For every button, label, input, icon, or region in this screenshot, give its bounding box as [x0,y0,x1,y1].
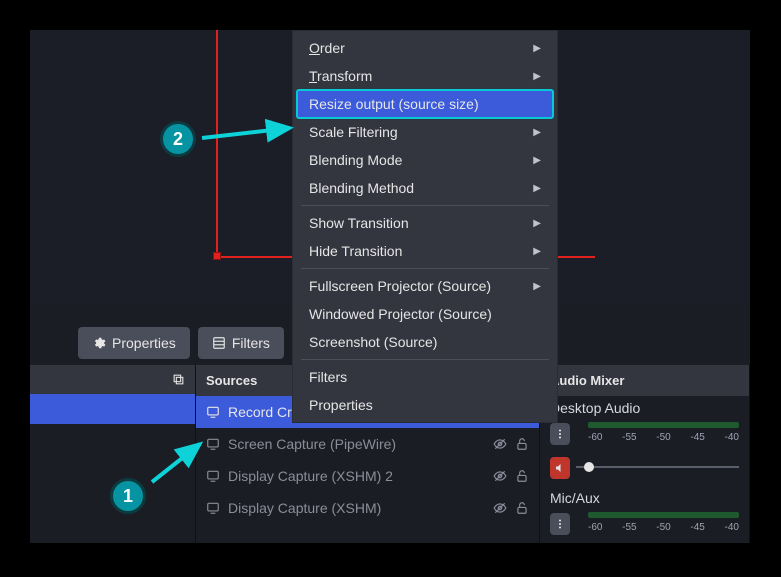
menu-item[interactable]: Resize output (source size) [297,90,553,118]
resize-handle-icon[interactable] [213,252,221,260]
submenu-arrow-icon: ▶ [533,43,541,54]
menu-item-label: Blending Method [309,180,414,196]
menu-item-label: Windowed Projector (Source) [309,306,492,322]
menu-item-label: Order [309,40,345,56]
menu-item[interactable]: Hide Transition ▶ [293,237,557,265]
source-label: Display Capture (XSHM) 2 [228,468,485,484]
mixer-options-button[interactable] [550,423,570,445]
properties-button[interactable]: Properties [78,327,190,359]
volume-meter: -60-55-50-45-40 [576,510,739,538]
source-label: Screen Capture (PipeWire) [228,436,485,452]
gear-icon [92,336,106,350]
source-item[interactable]: Display Capture (XSHM) [196,492,539,524]
annotation-arrow-icon [198,120,298,144]
submenu-arrow-icon: ▶ [533,155,541,166]
source-item[interactable]: Display Capture (XSHM) 2 [196,460,539,492]
menu-separator [301,359,549,360]
menu-item[interactable]: Properties [293,391,557,419]
mixer-track-label: Desktop Audio [540,396,749,418]
display-icon [206,501,220,515]
menu-item-label: Filters [309,369,347,385]
menu-item-label: Fullscreen Projector (Source) [309,278,491,294]
menu-item[interactable]: Filters [293,363,557,391]
volume-meter: -60-55-50-45-40 [576,420,739,448]
context-menu: Order ▶ Transform ▶ Resize output (source si… [292,30,558,423]
app-window: Properties Filters Sources Record Croppe… [30,30,750,543]
audio-mixer-panel: Audio Mixer Desktop Audio-60-55-50-45-40… [540,365,750,543]
lock-open-icon[interactable] [515,501,529,515]
menu-item[interactable]: Screenshot (Source) [293,328,557,356]
scenes-header [30,365,195,394]
annotation-badge: 1 [110,478,146,514]
scene-item-selected[interactable] [30,394,195,424]
menu-item[interactable]: Blending Mode ▶ [293,146,557,174]
submenu-arrow-icon: ▶ [533,218,541,229]
mixer-header: Audio Mixer [540,365,749,396]
display-icon [206,437,220,451]
menu-separator [301,205,549,206]
mixer-track-label: Mic/Aux [540,486,749,508]
source-item[interactable]: Screen Capture (PipeWire) [196,428,539,460]
preview-toolbar: Properties Filters [78,327,284,359]
eye-hidden-icon[interactable] [493,501,507,515]
menu-item-label: Resize output (source size) [309,96,479,112]
dock-pop-icon[interactable] [172,373,185,386]
menu-item-label: Hide Transition [309,243,402,259]
eye-hidden-icon[interactable] [493,437,507,451]
menu-item-label: Properties [309,397,373,413]
menu-item[interactable]: Order ▶ [293,34,557,62]
filters-button[interactable]: Filters [198,327,284,359]
submenu-arrow-icon: ▶ [533,71,541,82]
menu-item[interactable]: Blending Method ▶ [293,174,557,202]
menu-item[interactable]: Fullscreen Projector (Source) ▶ [293,272,557,300]
filters-icon [212,336,226,350]
menu-item-label: Scale Filtering [309,124,398,140]
source-label: Display Capture (XSHM) [228,500,485,516]
lock-open-icon[interactable] [515,437,529,451]
submenu-arrow-icon: ▶ [533,183,541,194]
mixer-options-button[interactable] [550,513,570,535]
annotation-arrow-icon [148,438,208,488]
menu-item[interactable]: Show Transition ▶ [293,209,557,237]
menu-separator [301,268,549,269]
submenu-arrow-icon: ▶ [533,127,541,138]
submenu-arrow-icon: ▶ [533,246,541,257]
volume-slider[interactable] [576,454,739,482]
menu-item[interactable]: Scale Filtering ▶ [293,118,557,146]
menu-item-label: Transform [309,68,372,84]
menu-item[interactable]: Transform ▶ [293,62,557,90]
menu-item-label: Show Transition [309,215,409,231]
lock-open-icon[interactable] [515,469,529,483]
menu-item-label: Screenshot (Source) [309,334,437,350]
mute-button[interactable] [550,457,570,479]
submenu-arrow-icon: ▶ [533,281,541,292]
menu-item[interactable]: Windowed Projector (Source) [293,300,557,328]
annotation-badge: 2 [160,121,196,157]
eye-hidden-icon[interactable] [493,469,507,483]
display-icon [206,469,220,483]
menu-item-label: Blending Mode [309,152,402,168]
display-icon [206,405,220,419]
